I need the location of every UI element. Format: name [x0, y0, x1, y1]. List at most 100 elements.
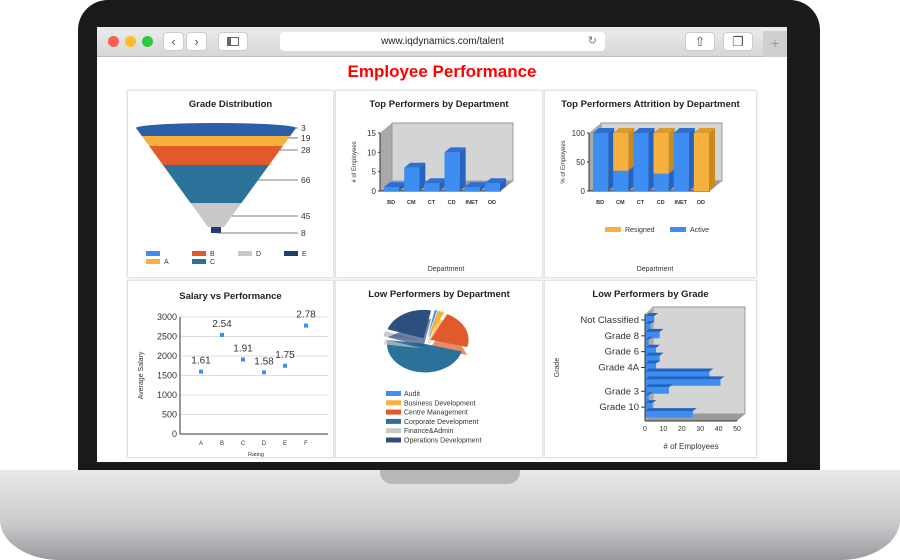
funnel-value-label: 3	[301, 123, 306, 133]
x-tick-label: C	[241, 441, 246, 447]
data-label: 1.61	[191, 356, 211, 367]
x-tick-label: 20	[678, 426, 686, 433]
funnel-value-label: 28	[301, 145, 311, 155]
y-tick-label: Not Classified	[580, 315, 639, 326]
horizontal-bar-chart: Not Classified Grade 8 Grade 6 Grade 4A Grad…	[554, 306, 746, 451]
y-tick-label: 0	[172, 429, 177, 439]
data-point	[283, 363, 287, 368]
page-title: Employee Performance	[347, 62, 537, 81]
x-tick-label: B	[220, 441, 224, 447]
legend-label: B	[210, 251, 215, 258]
bar-top	[645, 376, 725, 380]
x-tick-label: OD	[488, 200, 496, 206]
y-tick-label: Grade 8	[605, 331, 639, 342]
y-tick-label: 5	[372, 168, 377, 177]
share-button[interactable]: ⇧	[685, 32, 715, 51]
bar	[645, 339, 649, 347]
data-label: 1.58	[254, 356, 274, 367]
funnel-top	[136, 123, 296, 133]
funnel-segment	[211, 227, 221, 233]
x-tick-label: CM	[407, 200, 416, 206]
legend-swatch	[386, 418, 401, 424]
stacked-bar-chart: 0 50 100 BD CM CT CD INET OD % of Employees Depart…	[561, 122, 723, 273]
x-tick-label: F	[304, 441, 308, 447]
x-tick-label: CT	[428, 200, 436, 206]
funnel-segment	[162, 165, 270, 203]
funnel-value-label: 19	[301, 133, 311, 143]
bar	[653, 133, 669, 174]
data-label: 1.75	[275, 350, 295, 361]
bar	[673, 133, 689, 191]
y-tick-label: 1000	[157, 390, 177, 400]
reload-icon[interactable]: ↻	[588, 32, 597, 51]
data-label: 2.78	[296, 310, 316, 321]
x-axis-title: Rating	[248, 452, 264, 458]
bar	[645, 395, 649, 402]
x-tick-label: 30	[696, 426, 704, 433]
y-tick-label: 3000	[157, 312, 177, 322]
y-tick-label: 2000	[157, 351, 177, 361]
sidebar-toggle-button[interactable]	[218, 32, 248, 51]
bar	[484, 183, 500, 191]
x-axis-title: Department	[428, 266, 465, 273]
scatter-chart: 0 500 1000 1500 2000 2500 3000 1.61 A 2.54 B 1.91 C 1…	[138, 310, 328, 458]
data-point	[262, 370, 266, 375]
y-axis-title: # of Employees	[352, 141, 358, 182]
bar	[645, 331, 660, 339]
bar	[424, 183, 440, 191]
tabs-icon: ❐	[732, 34, 744, 49]
x-tick-label: D	[262, 441, 267, 447]
x-tick-label: 40	[715, 426, 723, 433]
data-point	[199, 369, 203, 374]
bar	[613, 133, 629, 171]
legend-swatch	[284, 251, 298, 256]
bar	[653, 173, 669, 191]
bar	[633, 133, 649, 191]
legend-label: Business Development	[404, 400, 476, 407]
low-performers-dept-panel: Low Performers by Department Audit Busines…	[335, 280, 543, 458]
new-tab-button[interactable]: +	[763, 31, 787, 57]
attrition-panel: Top Performers Attrition by Department 0 5…	[544, 90, 757, 278]
x-tick-label: A	[199, 441, 203, 447]
x-tick-label: 50	[733, 426, 741, 433]
legend-swatch	[192, 259, 206, 264]
y-tick-label: 0	[581, 187, 586, 196]
bar	[384, 187, 400, 191]
legend-label: A	[164, 259, 169, 266]
x-tick-label: BD	[596, 200, 604, 206]
x-tick-label: BD	[387, 200, 395, 206]
y-tick-label: 500	[162, 410, 177, 420]
legend-label: E	[302, 251, 307, 258]
legend-swatch	[146, 259, 160, 264]
close-window-button[interactable]	[108, 36, 119, 47]
bar-top	[645, 368, 714, 372]
address-bar[interactable]: www.iqdynamics.com/talent ↻	[280, 32, 605, 51]
x-tick-label: INET	[465, 200, 478, 206]
y-tick-label: 1500	[157, 371, 177, 381]
maximize-window-button[interactable]	[142, 36, 153, 47]
legend-swatch	[670, 227, 686, 232]
share-icon: ⇧	[694, 34, 706, 49]
pie-chart: Audit Business Development Centre Manageme…	[383, 309, 481, 445]
legend-swatch	[238, 251, 252, 256]
funnel-chart: 319 28 66 45 8 B D E A C	[136, 123, 311, 266]
bar-side	[709, 128, 715, 191]
bar-top	[645, 384, 673, 388]
data-label: 2.54	[212, 319, 232, 330]
y-tick-label: Grade 4A	[598, 363, 639, 374]
funnel-value-label: 8	[301, 228, 306, 238]
minimize-window-button[interactable]	[125, 36, 136, 47]
y-tick-label: 50	[576, 158, 585, 167]
grade-distribution-panel: Grade Distribution 3 19 28 66 45 8 B D E A C	[127, 90, 334, 278]
legend-label: Audit	[404, 391, 420, 398]
back-button[interactable]: ‹	[163, 32, 184, 51]
sidebar-icon	[227, 37, 239, 46]
bar	[613, 170, 629, 191]
y-tick-label: 10	[367, 148, 376, 157]
low-performers-grade-panel: Low Performers by Grade Not Classified Gra…	[544, 280, 757, 458]
forward-button[interactable]: ›	[186, 32, 207, 51]
funnel-value-label: 66	[301, 175, 311, 185]
tabs-button[interactable]: ❐	[723, 32, 753, 51]
legend-label: Operations Development	[404, 438, 481, 445]
y-axis-title: % of Employees	[561, 140, 567, 183]
